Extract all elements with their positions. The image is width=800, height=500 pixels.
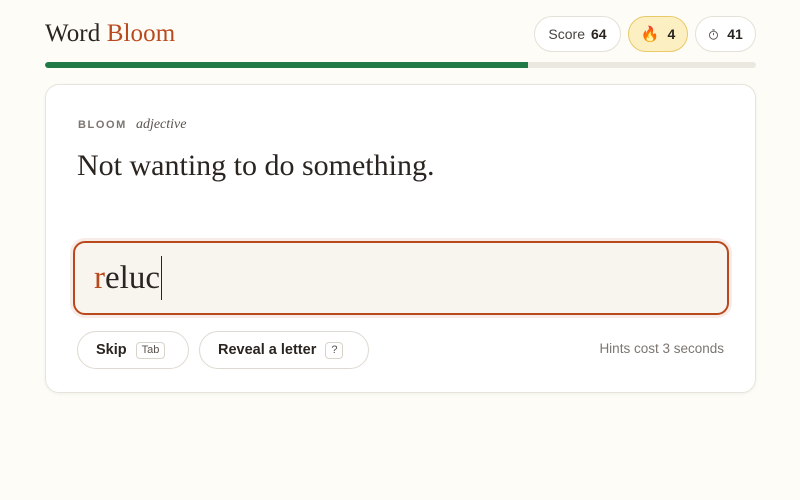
word-bloom-app: Word Bloom Score 64 🔥 4 41 BLOOM adjecti… xyxy=(0,0,800,500)
score-label: Score xyxy=(548,26,585,42)
score-value: 64 xyxy=(591,26,607,42)
reveal-letter-button-label: Reveal a letter xyxy=(218,342,317,358)
answer-input[interactable]: r eluc xyxy=(73,241,729,315)
text-caret xyxy=(160,256,163,300)
streak-pill: 🔥 4 xyxy=(628,16,688,52)
part-of-speech: adjective xyxy=(135,117,187,132)
reveal-letter-button[interactable]: Reveal a letter ? xyxy=(199,331,369,369)
word-meta: BLOOM adjective xyxy=(78,117,186,133)
definition-text: Not wanting to do something. xyxy=(77,149,435,182)
word-label: BLOOM xyxy=(78,119,127,131)
timer-pill: 41 xyxy=(695,16,756,52)
streak-value: 4 xyxy=(667,26,676,42)
progress-bar-fill xyxy=(45,62,529,68)
hint-cost-note: Hints cost 3 seconds xyxy=(599,341,724,356)
app-title-accent-word: Bloom xyxy=(106,20,176,47)
answer-first-letter: r xyxy=(94,259,105,296)
score-pill: Score 64 xyxy=(534,16,621,52)
question-card: BLOOM adjective Not wanting to do someth… xyxy=(45,84,756,393)
stopwatch-icon xyxy=(709,28,719,40)
skip-button[interactable]: Skip Tab xyxy=(77,331,189,369)
fire-icon: 🔥 xyxy=(640,25,660,43)
progress-bar xyxy=(45,62,756,68)
timer-value: 41 xyxy=(727,26,743,42)
answer-typed-text: eluc xyxy=(105,259,160,296)
skip-shortcut-key: Tab xyxy=(135,341,166,359)
app-title-word: Word xyxy=(45,20,101,47)
skip-button-label: Skip xyxy=(96,342,127,358)
reveal-shortcut-key: ? xyxy=(325,341,344,359)
app-title: Word Bloom xyxy=(45,19,175,49)
